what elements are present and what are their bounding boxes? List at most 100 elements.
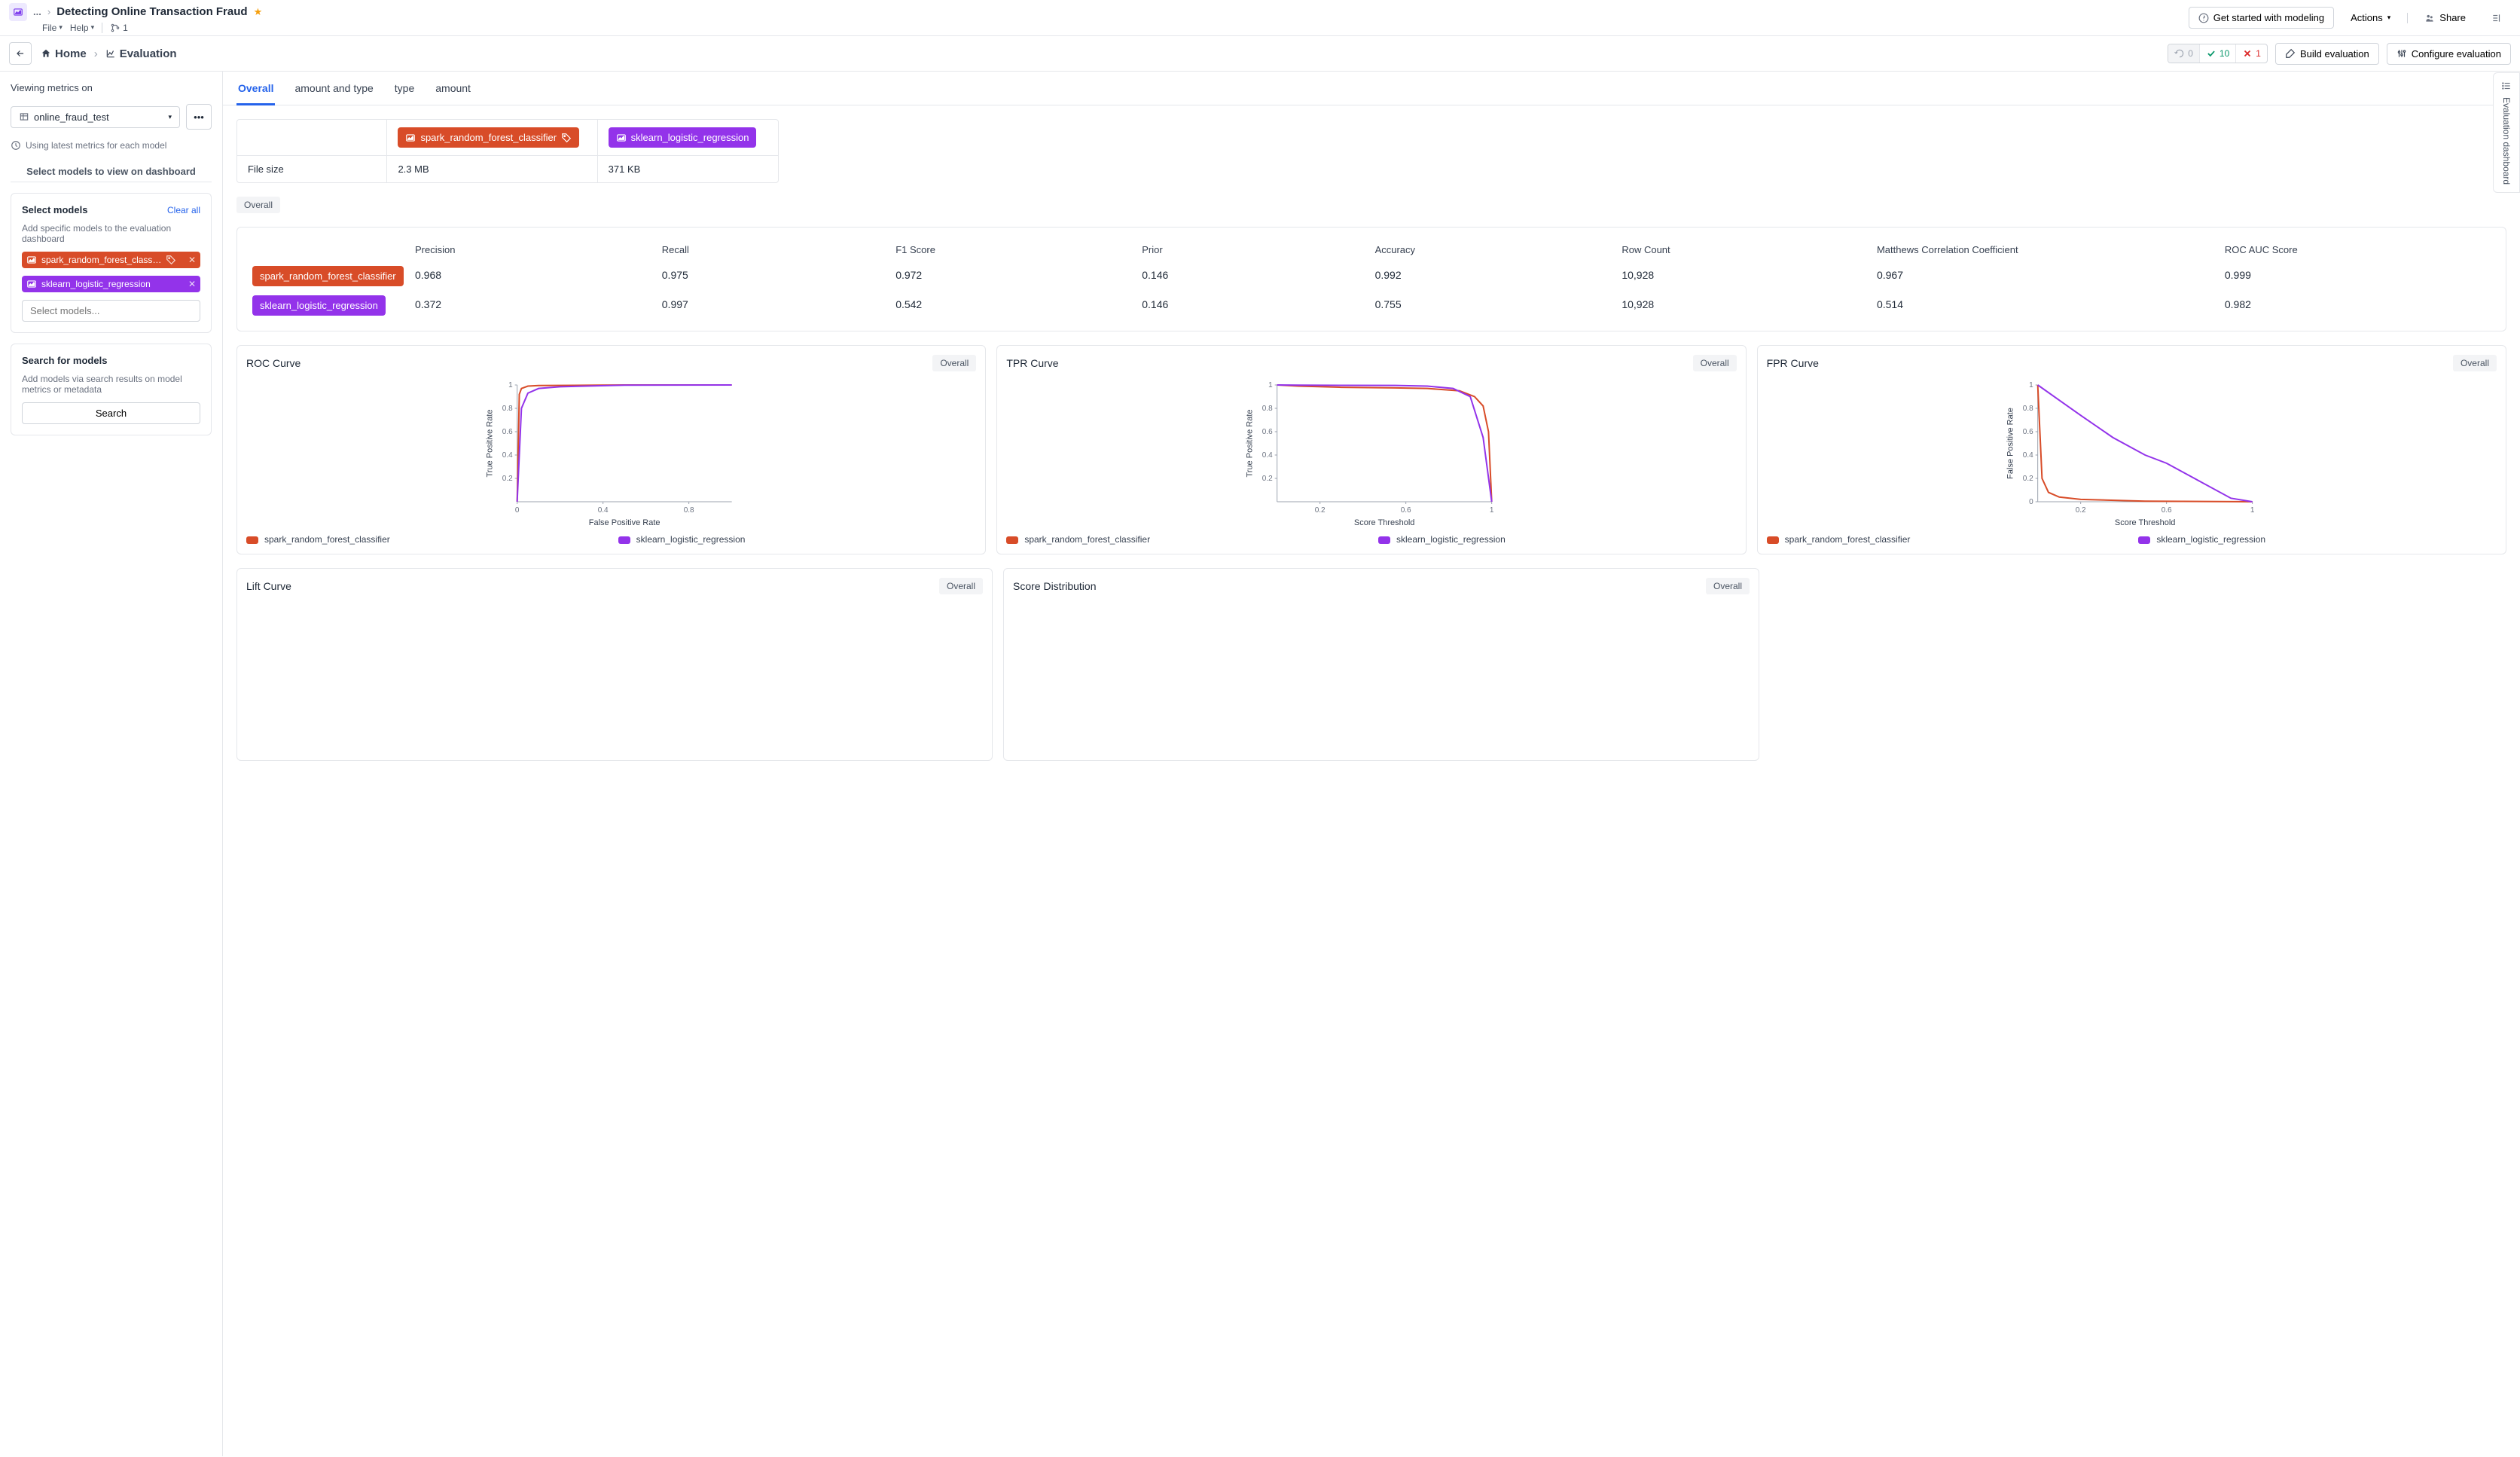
breadcrumb-home[interactable]: Home — [41, 47, 87, 60]
breadcrumb: Home › Evaluation — [41, 47, 177, 60]
svg-text:True Positive Rate: True Positive Rate — [486, 409, 495, 477]
main-content: Overall amount and type type amount spar… — [223, 72, 2520, 1456]
chart-roc: ROC Curve Overall 0.20.40.60.8100.40.8Fa… — [236, 345, 986, 554]
metrics-value: 0.967 — [1868, 261, 2216, 291]
chart-tag: Overall — [1706, 578, 1750, 594]
remove-chip-icon[interactable]: ✕ — [188, 279, 196, 289]
svg-text:False Positive Rate: False Positive Rate — [589, 518, 661, 527]
metrics-header: ROC AUC Score — [2216, 238, 2495, 261]
get-started-button[interactable]: Get started with modeling — [2189, 7, 2334, 29]
tab-overall[interactable]: Overall — [236, 82, 275, 105]
panel-title: Search for models — [22, 355, 200, 366]
metrics-value: 0.514 — [1868, 291, 2216, 320]
chevron-right-icon: › — [47, 6, 50, 17]
page-title: Detecting Online Transaction Fraud — [56, 5, 247, 18]
metrics-header: Precision — [406, 238, 653, 261]
svg-text:0.6: 0.6 — [1401, 506, 1411, 515]
tag-icon — [166, 255, 176, 265]
metrics-value: 0.997 — [653, 291, 886, 320]
svg-text:1: 1 — [2029, 381, 2033, 389]
chart-title: Lift Curve — [246, 580, 291, 592]
svg-text:0.8: 0.8 — [502, 405, 513, 413]
chart-title: ROC Curve — [246, 357, 301, 369]
remove-chip-icon[interactable]: ✕ — [188, 255, 196, 265]
section-tag-overall: Overall — [236, 197, 280, 213]
model-pill-logreg[interactable]: sklearn_logistic_regression — [609, 127, 757, 148]
tab-amount-and-type[interactable]: amount and type — [293, 82, 374, 105]
svg-text:0: 0 — [515, 506, 520, 515]
divider — [2407, 13, 2408, 23]
clear-all-link[interactable]: Clear all — [167, 205, 200, 215]
metrics-value: 0.982 — [2216, 291, 2495, 320]
tab-amount[interactable]: amount — [434, 82, 472, 105]
chart-title: Score Distribution — [1013, 580, 1097, 592]
build-evaluation-button[interactable]: Build evaluation — [2275, 43, 2379, 65]
svg-text:0.8: 0.8 — [2022, 405, 2033, 413]
chart-tag: Overall — [2453, 355, 2497, 371]
svg-text:0.6: 0.6 — [2022, 428, 2033, 436]
tabs: Overall amount and type type amount — [223, 72, 2520, 105]
svg-text:0.2: 0.2 — [2075, 506, 2085, 515]
chart-tpr: TPR Curve Overall 0.20.40.60.810.20.61Sc… — [996, 345, 1746, 554]
filesize-logreg: 371 KB — [598, 156, 778, 182]
svg-text:True Positive Rate: True Positive Rate — [1246, 409, 1255, 477]
sidebar: Viewing metrics on online_fraud_test ▾ •… — [0, 72, 223, 1456]
chart-tag: Overall — [939, 578, 983, 594]
model-chip-rf[interactable]: spark_random_forest_class… ✕ — [22, 252, 200, 268]
metrics-value: 0.968 — [406, 261, 653, 291]
breadcrumb-evaluation: Evaluation — [105, 47, 177, 60]
dataset-select[interactable]: online_fraud_test ▾ — [11, 106, 180, 128]
metrics-value: 0.975 — [653, 261, 886, 291]
tab-type[interactable]: type — [393, 82, 416, 105]
menu-help[interactable]: Help▾ — [70, 23, 94, 33]
branch-indicator[interactable]: 1 — [110, 23, 128, 33]
svg-text:0.4: 0.4 — [598, 506, 609, 515]
configure-evaluation-button[interactable]: Configure evaluation — [2387, 43, 2511, 65]
select-models-panel: Select models Clear all Add specific mod… — [11, 193, 212, 333]
legend-label: sklearn_logistic_regression — [636, 534, 746, 545]
status-failed[interactable]: 1 — [2236, 44, 2267, 63]
menu-file[interactable]: File▾ — [42, 23, 63, 33]
back-button[interactable] — [9, 42, 32, 65]
svg-text:0.4: 0.4 — [502, 451, 513, 460]
chart-score-dist: Score Distribution Overall — [1003, 568, 1759, 761]
metrics-value: 10,928 — [1612, 291, 1868, 320]
svg-text:0.4: 0.4 — [2022, 451, 2033, 460]
svg-text:0: 0 — [2029, 498, 2033, 506]
model-info-table: spark_random_forest_classifier sklearn_l… — [236, 119, 779, 183]
chart-tag: Overall — [1693, 355, 1737, 371]
status-pending[interactable]: 0 — [2168, 44, 2200, 63]
chevron-right-icon: › — [94, 47, 98, 60]
metrics-value: 10,928 — [1612, 261, 1868, 291]
panel-title: Select models — [22, 204, 87, 215]
legend-label: spark_random_forest_classifier — [264, 534, 390, 545]
metrics-hint: Using latest metrics for each model — [11, 140, 212, 151]
panel-toggle-icon[interactable] — [2482, 8, 2511, 28]
info-label: File size — [237, 156, 387, 182]
select-models-input[interactable] — [22, 300, 200, 322]
chart-tag: Overall — [932, 355, 976, 371]
svg-text:0.2: 0.2 — [1315, 506, 1326, 515]
chart-title: TPR Curve — [1006, 357, 1058, 369]
actions-menu[interactable]: Actions▾ — [2342, 8, 2399, 28]
status-passed[interactable]: 10 — [2200, 44, 2236, 63]
model-chip-logreg[interactable]: sklearn_logistic_regression ✕ — [22, 276, 200, 292]
svg-text:1: 1 — [1490, 506, 1494, 515]
metrics-header: Prior — [1133, 238, 1365, 261]
legend-label: spark_random_forest_classifier — [1785, 534, 1911, 545]
metrics-header: Accuracy — [1366, 238, 1613, 261]
model-pill-rf[interactable]: spark_random_forest_classifier — [398, 127, 579, 148]
metrics-header: Row Count — [1612, 238, 1868, 261]
metrics-value: 0.999 — [2216, 261, 2495, 291]
share-button[interactable]: Share — [2415, 8, 2475, 28]
search-button[interactable]: Search — [22, 402, 200, 424]
legend-label: sklearn_logistic_regression — [2156, 534, 2265, 545]
svg-text:Score Threshold: Score Threshold — [1354, 518, 1415, 527]
right-rail[interactable]: Evaluation dashboard — [2493, 72, 2520, 193]
right-rail-label: Evaluation dashboard — [2501, 97, 2512, 185]
star-icon[interactable]: ★ — [254, 6, 263, 18]
dataset-options-button[interactable]: ••• — [186, 104, 212, 130]
breadcrumb-ellipsis[interactable]: ... — [33, 6, 41, 17]
app-icon — [9, 3, 27, 21]
chart-lift: Lift Curve Overall — [236, 568, 993, 761]
